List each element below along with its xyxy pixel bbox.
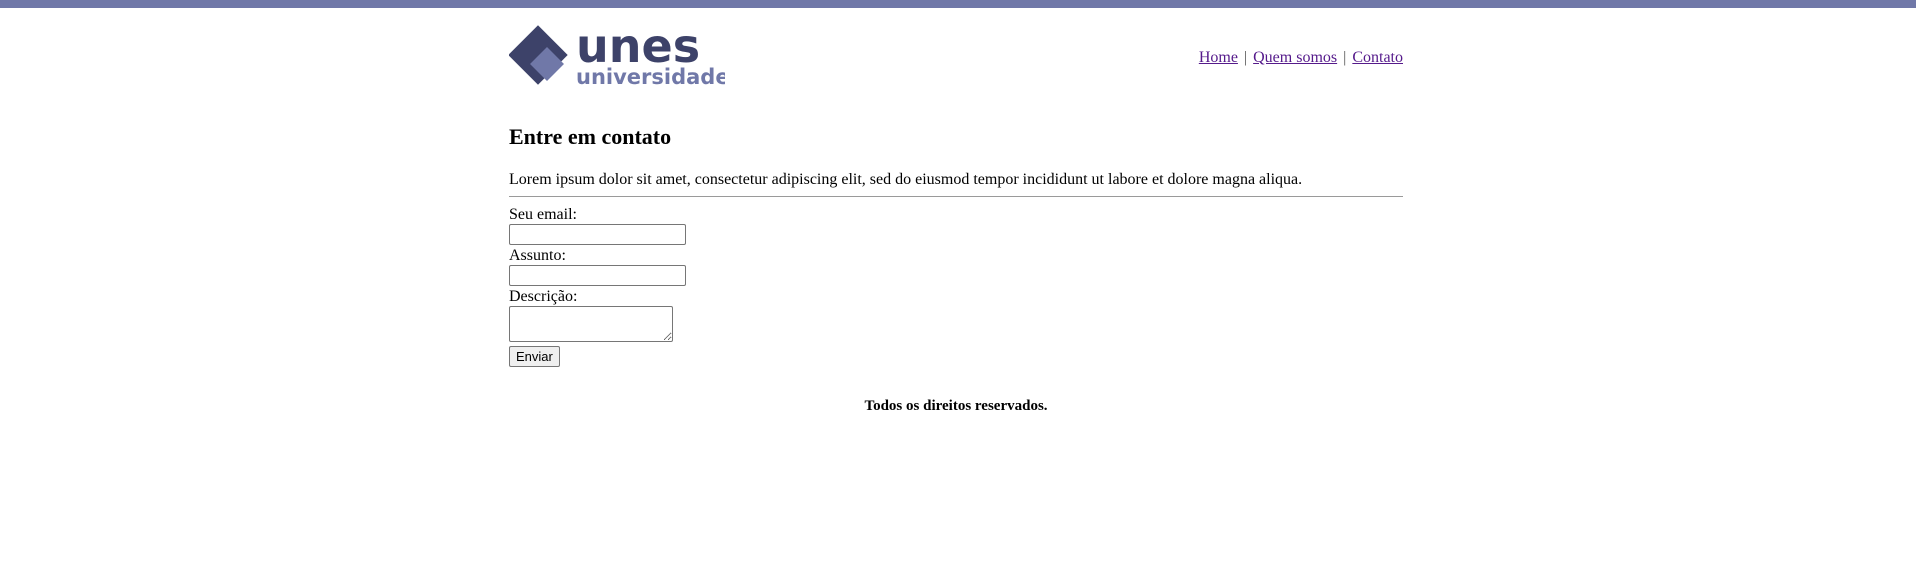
intro-text: Lorem ipsum dolor sit amet, consectetur …: [509, 171, 1303, 188]
logo-subtitle: universidade: [576, 65, 725, 88]
email-label: Seu email:: [509, 206, 577, 223]
description-label: Descrição:: [509, 288, 578, 305]
top-accent-bar: [0, 0, 1916, 8]
nav-link-home[interactable]: Home: [1199, 49, 1238, 66]
top-nav: Home | Quem somos | Contato: [1199, 49, 1403, 67]
header: unes universidade Home | Quem somos | Co…: [509, 8, 1403, 90]
subject-label: Assunto:: [509, 247, 566, 264]
nav-link-contato[interactable]: Contato: [1352, 49, 1403, 66]
section-divider: [509, 196, 1403, 197]
unes-logo[interactable]: unes universidade: [509, 24, 725, 88]
contact-form: Seu email: Assunto: Descrição: Enviar: [509, 206, 686, 367]
nav-separator: |: [1243, 49, 1248, 66]
send-button[interactable]: Enviar: [509, 346, 560, 367]
footer-text: Todos os direitos reservados.: [864, 398, 1048, 414]
email-field[interactable]: [509, 224, 686, 245]
nav-link-quem-somos[interactable]: Quem somos: [1253, 49, 1337, 66]
subject-field[interactable]: [509, 265, 686, 286]
description-textarea[interactable]: [509, 306, 673, 342]
logo-diamond-icon: [509, 25, 568, 85]
page-title: Entre em contato: [509, 124, 672, 149]
nav-separator: |: [1343, 49, 1347, 66]
page-container: unes universidade Home | Quem somos | Co…: [509, 8, 1403, 414]
